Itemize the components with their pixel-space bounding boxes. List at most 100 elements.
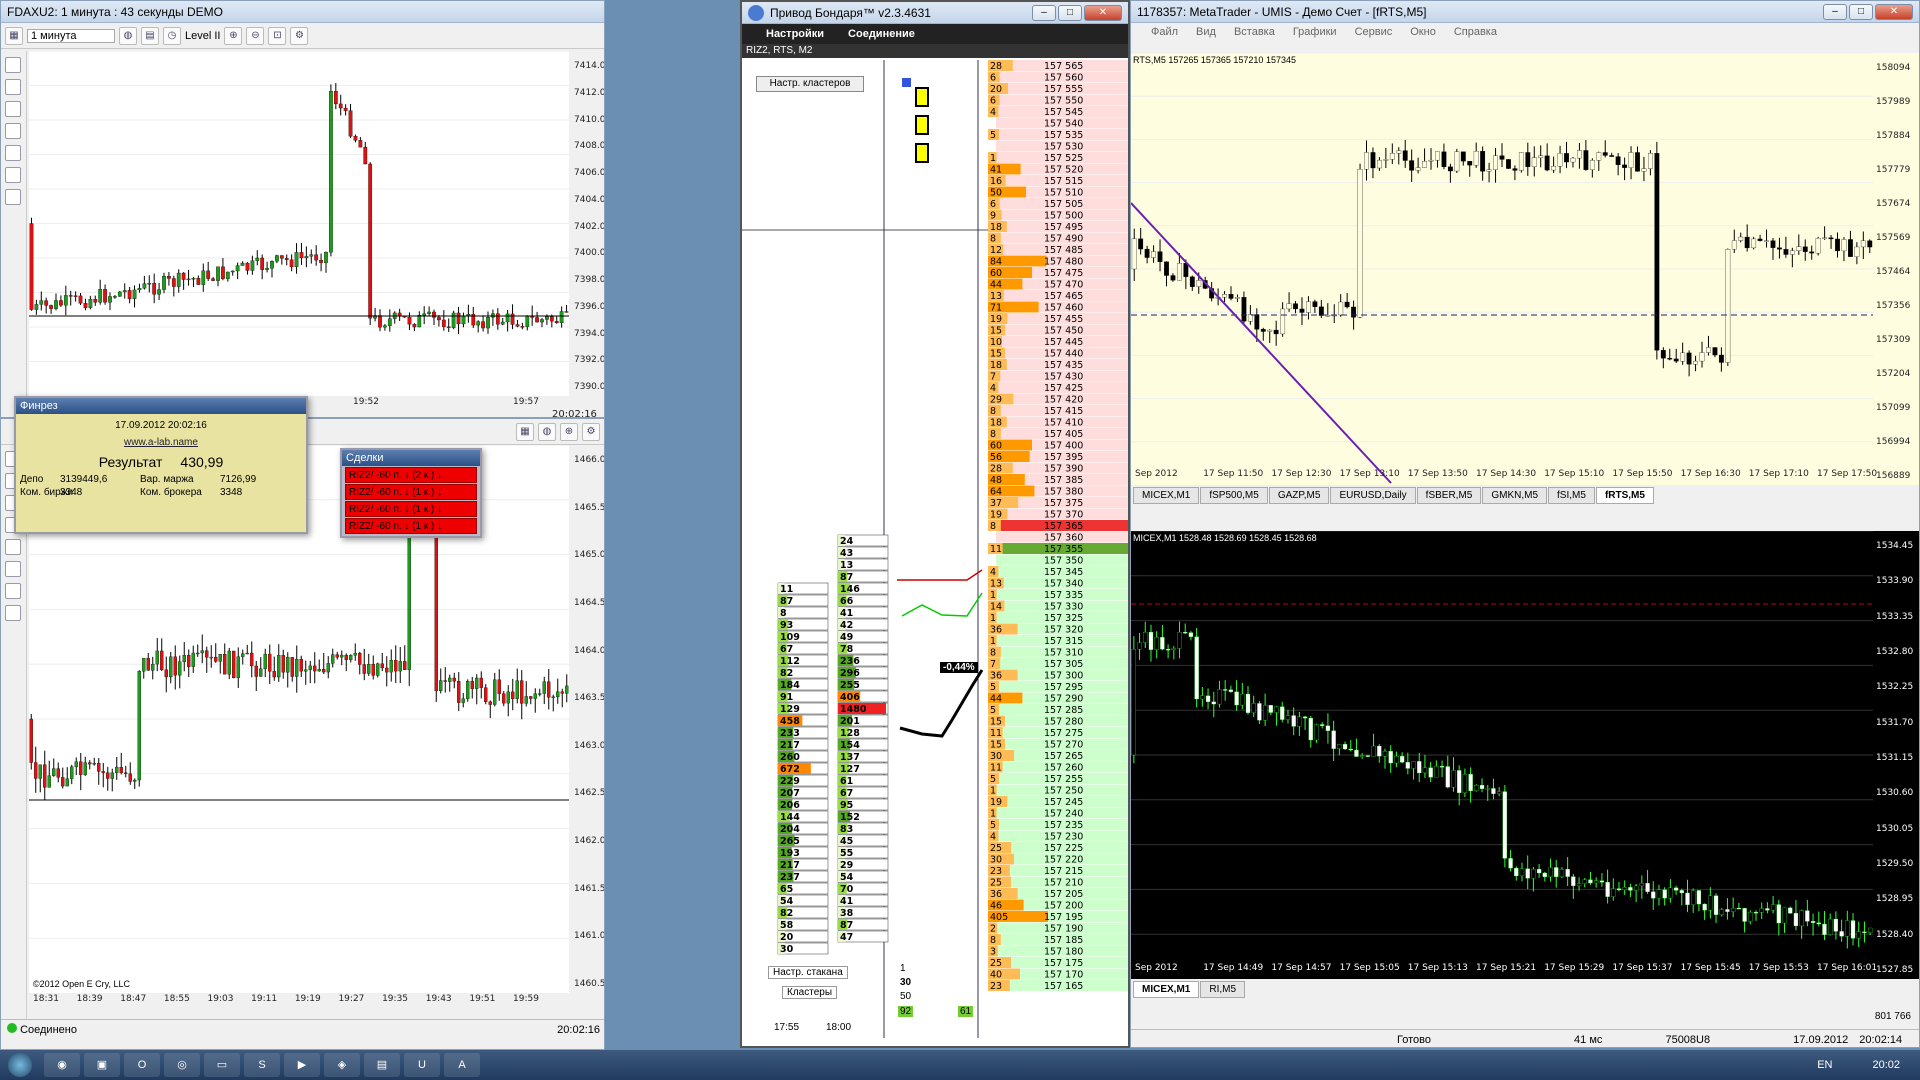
fib-icon[interactable]: [5, 189, 21, 205]
bondar-window: Привод Бондаря™ v2.3.4631 – □ ✕ Настройки …: [740, 0, 1130, 1048]
size-1[interactable]: 1: [900, 962, 911, 976]
ellipse-icon[interactable]: [5, 539, 21, 555]
chart-tab[interactable]: EURUSD,Daily: [1330, 487, 1416, 504]
candle-body: [1360, 755, 1365, 757]
candle-body: [304, 256, 309, 259]
candle-body: [476, 321, 481, 326]
chart-tab[interactable]: GMKN,M5: [1482, 487, 1548, 504]
chart-tab[interactable]: GAZP,M5: [1268, 487, 1330, 504]
system-clock[interactable]: 20:02: [1872, 1059, 1900, 1072]
clock-time: 20:02: [1872, 1058, 1900, 1071]
arrow-icon[interactable]: [5, 561, 21, 577]
candle-body: [1583, 150, 1589, 170]
mt-top-chart[interactable]: RTS,M5 157265 157365 157210 157345: [1131, 52, 1873, 485]
explorer-icon[interactable]: ▣: [84, 1053, 120, 1077]
deal-row[interactable]: RIZ2/ -60 п. ↓ (1 к.) ↓: [345, 518, 477, 534]
instrument-bar: RIZ2, RTS, M2: [742, 44, 1128, 58]
settings-icon[interactable]: ⚙: [290, 26, 309, 45]
menu-service[interactable]: Сервис: [1355, 23, 1393, 41]
cluster-value: 65: [780, 884, 793, 895]
finrez-title[interactable]: Финрез: [16, 398, 306, 414]
chart-tab[interactable]: fSP500,M5: [1200, 487, 1268, 504]
clusters-button[interactable]: Кластеры: [782, 986, 837, 999]
chrome-icon[interactable]: ◎: [164, 1053, 200, 1077]
cluster-value: 70: [840, 884, 854, 895]
rect-icon[interactable]: [5, 605, 21, 621]
candle-body: [1441, 151, 1447, 167]
menu-help[interactable]: Справка: [1454, 23, 1497, 41]
media-icon[interactable]: ▶: [284, 1053, 320, 1077]
folder-icon[interactable]: ▭: [204, 1053, 240, 1077]
ellipse-icon[interactable]: [5, 145, 21, 161]
channel-icon[interactable]: [5, 101, 21, 117]
deals-title[interactable]: Сделки: [342, 450, 480, 466]
chart-tab[interactable]: fSI,M5: [1548, 487, 1595, 504]
arrow-icon[interactable]: [5, 167, 21, 183]
mt-titlebar[interactable]: 1178357: MetaTrader - UMIS - Демо Счет -…: [1131, 1, 1919, 23]
menu-insert[interactable]: Вставка: [1234, 23, 1275, 41]
chart-tab[interactable]: fSBER,M5: [1416, 487, 1482, 504]
grid-icon[interactable]: ▤: [141, 26, 159, 45]
start-button[interactable]: [0, 1050, 40, 1080]
language-indicator[interactable]: EN: [1817, 1059, 1832, 1071]
deal-row[interactable]: RIZ2/ -60 п. ↓ (1 к.) ↓: [345, 484, 477, 500]
bondar-titlebar[interactable]: Привод Бондаря™ v2.3.4631 – □ ✕: [742, 2, 1128, 24]
firefox-icon[interactable]: ◉: [44, 1053, 80, 1077]
minimize-button[interactable]: –: [1032, 4, 1056, 21]
deal-row[interactable]: RIZ2/ -60 п. ↓ (2 к.) ↓: [345, 467, 477, 483]
fib-icon[interactable]: [5, 583, 21, 599]
chart-tab[interactable]: MICEX,M1: [1133, 487, 1200, 504]
candle-body: [29, 718, 33, 763]
alab-taskbar-icon[interactable]: A: [444, 1053, 480, 1077]
maximize-button[interactable]: □: [1849, 3, 1873, 20]
menu-view[interactable]: Вид: [1196, 23, 1216, 41]
text-icon[interactable]: [5, 123, 21, 139]
size-30[interactable]: 30: [900, 976, 911, 990]
deal-row[interactable]: RIZ2/ -60 п. ↓ (1 к.) ↓: [345, 501, 477, 517]
ladder-price: 157 290: [1044, 694, 1083, 705]
opera-icon[interactable]: O: [124, 1053, 160, 1077]
chart-tab[interactable]: RI,M5: [1200, 981, 1246, 998]
ladder-volume: 1: [990, 153, 996, 164]
chart-tab[interactable]: fRTS,M5: [1595, 487, 1654, 504]
close-button[interactable]: ✕: [1875, 3, 1913, 20]
globe-icon[interactable]: ◍: [538, 422, 556, 441]
line-icon[interactable]: [5, 79, 21, 95]
oec-top-titlebar[interactable]: FDAXU2: 1 минута : 43 секунды DEMO: [1, 1, 604, 23]
dom-settings-button[interactable]: Настр. стакана: [768, 966, 848, 979]
size-50[interactable]: 50: [900, 990, 911, 1004]
app-icon[interactable]: ◈: [324, 1053, 360, 1077]
globe-icon[interactable]: ◍: [119, 26, 137, 45]
price-tick: 1465.00: [574, 550, 605, 561]
menu-connection[interactable]: Соединение: [848, 24, 915, 44]
cursor-icon[interactable]: [5, 57, 21, 73]
level2-button[interactable]: Level II: [185, 30, 220, 42]
minimize-button[interactable]: –: [1823, 3, 1847, 20]
price-tick: 157356: [1876, 301, 1911, 311]
mt-bottom-chart[interactable]: MICEX,M1 1528.48 1528.69 1528.45 1528.68: [1131, 530, 1873, 979]
skype-icon[interactable]: S: [244, 1053, 280, 1077]
interval-select[interactable]: 1 минута: [27, 28, 115, 43]
maximize-button[interactable]: □: [1058, 4, 1082, 21]
chart-icon[interactable]: ▦: [516, 422, 534, 441]
menu-charts[interactable]: Графики: [1293, 23, 1337, 41]
zoom-in-icon[interactable]: ⊕: [560, 422, 578, 441]
chart-icon[interactable]: ▦: [5, 26, 23, 45]
candle-body: [1777, 247, 1782, 250]
chart-tab[interactable]: MICEX,M1: [1133, 981, 1200, 998]
oec-top-chart[interactable]: [29, 50, 569, 396]
finrez-link[interactable]: www.a-lab.name: [16, 437, 306, 448]
bondar-taskbar-icon[interactable]: U: [404, 1053, 440, 1077]
zoom-in-icon[interactable]: ⊕: [224, 26, 243, 45]
ladder-volume: 8: [990, 935, 996, 946]
settings-icon[interactable]: ⚙: [582, 422, 600, 441]
menu-settings[interactable]: Настройки: [766, 24, 824, 44]
close-button[interactable]: ✕: [1084, 4, 1122, 21]
zoom-out-icon[interactable]: ⊖: [246, 26, 265, 45]
terminal-icon[interactable]: ▤: [364, 1053, 400, 1077]
lock-icon[interactable]: ⊡: [268, 26, 287, 45]
clock-icon[interactable]: ◷: [163, 26, 181, 45]
menu-file[interactable]: Файл: [1151, 23, 1178, 41]
menu-window[interactable]: Окно: [1410, 23, 1436, 41]
ladder-price: 157 470: [1044, 280, 1083, 291]
